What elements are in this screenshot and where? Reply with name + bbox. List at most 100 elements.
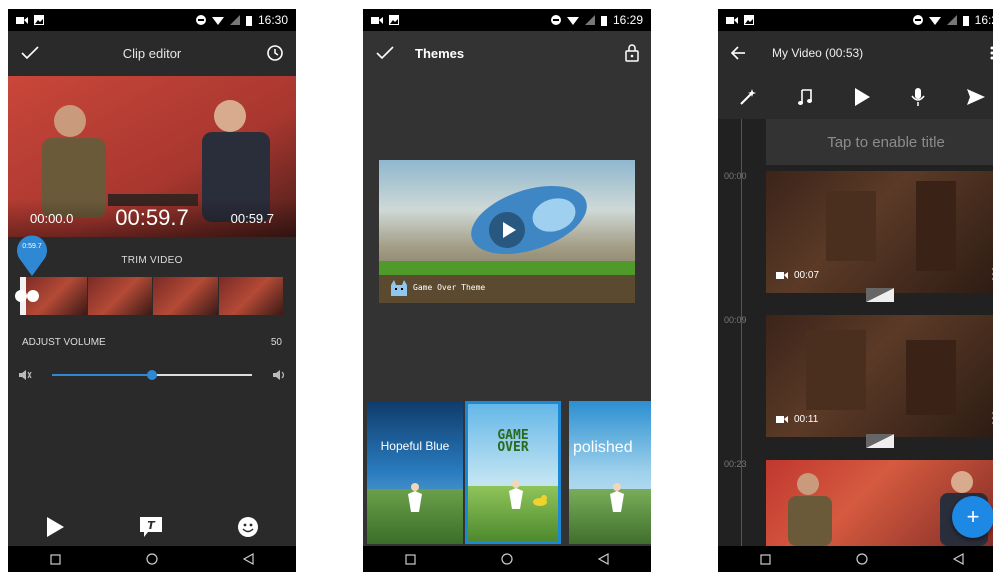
trim-filmstrip[interactable] [22,277,284,315]
volume-slider-thumb[interactable] [147,370,157,380]
volume-slider-fill [52,374,152,376]
back-icon[interactable] [952,553,964,565]
sticker-icon[interactable] [237,516,259,538]
clip-duration: 00:11 [794,414,819,425]
timeline-clip[interactable]: 00:07 [766,171,993,293]
volume-slider[interactable] [52,370,252,380]
video-camera-icon [776,271,788,280]
video-camera-icon [726,16,738,25]
status-bar: 16:29 [363,9,651,31]
volume-value: 50 [270,337,282,348]
timeline-clip[interactable]: 00:11 [766,315,993,437]
gallery-icon [744,15,754,25]
status-time: 16:30 [257,13,288,27]
wifi-icon [211,15,224,25]
girl-figure [408,483,422,512]
check-icon[interactable] [375,45,395,61]
back-arrow-icon[interactable] [730,46,746,60]
app-bar: My Video (00:53) [718,31,993,75]
recents-icon[interactable] [405,553,416,565]
magic-wand-icon[interactable] [738,88,757,106]
volume-up-icon[interactable] [272,368,286,382]
clip-editor-screen: 16:30 Clip editor 00:00.0 00:59.7 00:59.… [8,9,296,572]
system-nav-bar [363,546,651,572]
status-time: 16:2 [974,13,993,27]
volume-slider-row [18,367,286,383]
gallery-icon [389,15,399,25]
app-bar: Clip editor [8,31,296,75]
play-icon[interactable] [853,87,871,107]
lock-icon[interactable] [625,44,639,62]
signal-icon [584,15,595,25]
theme-hopeful-blue[interactable]: Hopeful Blue [367,401,463,544]
home-icon[interactable] [856,553,868,565]
send-icon[interactable] [966,88,986,106]
girl-figure [509,480,523,509]
do-not-disturb-icon [550,15,561,25]
app-bar: Themes [363,31,651,75]
theme-label: polished [573,439,633,456]
duck-icon [533,495,547,506]
theme-preview-label: Game Over Theme [413,283,486,292]
timeline-screen: 16:2 My Video (00:53) 00:00 00:09 00:23 … [718,9,993,572]
back-icon[interactable] [597,553,609,565]
microphone-icon[interactable] [911,87,925,107]
play-icon [503,222,516,238]
wifi-icon [928,15,941,25]
transition-icon[interactable] [866,434,894,448]
video-camera-icon [776,415,788,424]
trim-pin-label: 0:59.7 [22,243,42,250]
do-not-disturb-icon [912,15,923,25]
time-readout: 00:00.0 00:59.7 00:59.7 [8,199,296,237]
editor-toolbar [718,75,993,119]
timecode: 00:23 [724,459,747,469]
transition-icon[interactable] [866,288,894,302]
status-bar: 16:30 [8,9,296,31]
video-preview[interactable]: 00:00.0 00:59.7 00:59.7 [8,76,296,237]
theme-list: Hopeful Blue GAME OVER polished [363,397,651,547]
text-icon[interactable]: T [138,515,164,539]
video-camera-icon [371,16,383,25]
gallery-icon [34,15,44,25]
play-icon[interactable] [45,516,65,538]
music-note-icon[interactable] [797,88,813,106]
battery-icon [600,15,607,26]
theme-label: GAME OVER [497,428,529,455]
trim-video-label: TRIM VIDEO [121,255,183,266]
trim-position-pin[interactable]: 0:59.7 [15,232,49,276]
pixel-cat-icon [389,279,409,299]
clip-duration: 00:07 [794,270,820,281]
theme-polished[interactable]: polished [569,401,651,544]
page-title: Themes [415,45,465,61]
current-time: 00:59.7 [115,205,189,230]
do-not-disturb-icon [195,15,206,25]
recents-icon[interactable] [50,553,61,565]
system-nav-bar [8,546,296,572]
video-camera-icon [16,16,28,25]
battery-icon [245,15,252,26]
battery-icon [962,15,969,26]
timeline-axis [741,119,742,546]
filmstrip-frame [153,277,219,315]
theme-game-over[interactable]: GAME OVER [465,401,561,544]
theme-preview[interactable]: Game Over Theme [379,160,635,303]
timecode: 00:00 [724,171,747,181]
signal-icon [946,15,957,25]
girl-figure [610,483,624,512]
end-time: 00:59.7 [230,210,274,226]
page-title: My Video (00:53) [772,46,864,60]
volume-mute-icon[interactable] [18,368,32,382]
back-icon[interactable] [242,553,254,565]
preview-play-button[interactable] [489,212,525,248]
filmstrip-frame [218,277,284,315]
title-placeholder[interactable]: Tap to enable title [766,119,993,165]
home-icon[interactable] [501,553,513,565]
signal-icon [229,15,240,25]
add-clip-button[interactable]: + [952,496,993,538]
clip-meta: 00:07 [776,270,819,281]
start-time: 00:00.0 [30,210,74,226]
home-icon[interactable] [146,553,158,565]
recents-icon[interactable] [760,553,771,565]
trim-handle-knob[interactable] [14,289,40,303]
system-nav-bar [718,546,993,572]
